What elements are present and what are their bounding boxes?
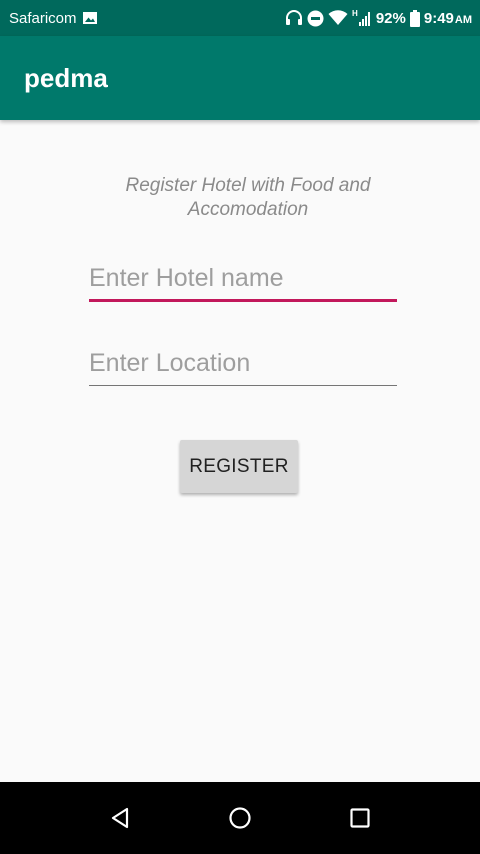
home-button[interactable] <box>226 804 254 832</box>
location-field[interactable] <box>89 342 397 386</box>
register-button[interactable]: REGISTER <box>180 440 298 493</box>
clock: 9:49AM <box>424 10 472 27</box>
back-icon <box>108 806 132 830</box>
headphones-icon <box>285 10 303 26</box>
back-button[interactable] <box>106 804 134 832</box>
carrier-name: Safaricom <box>9 9 77 27</box>
location-input[interactable] <box>89 342 397 385</box>
navigation-bar <box>0 782 480 854</box>
hotel-name-field[interactable] <box>89 258 397 302</box>
status-bar: Safaricom H 92% 9:49AM <box>0 0 480 36</box>
signal-icon: H <box>352 9 372 27</box>
app-title: pedma <box>24 62 108 93</box>
status-right: H 92% 9:49AM <box>285 9 472 27</box>
battery-percent: 92% <box>375 9 406 27</box>
image-icon <box>82 10 98 26</box>
home-icon <box>228 806 252 830</box>
hotel-name-input[interactable] <box>89 258 397 299</box>
network-type: H <box>352 9 358 18</box>
clock-ampm: AM <box>454 13 472 26</box>
recents-icon <box>348 806 372 830</box>
do-not-disturb-icon <box>307 10 324 27</box>
app-bar: pedma <box>0 36 480 120</box>
wifi-icon <box>328 10 348 26</box>
form-subtitle: Register Hotel with Food and Accomodatio… <box>125 175 371 220</box>
status-left: Safaricom <box>9 10 98 27</box>
main-content: Register Hotel with Food and Accomodatio… <box>0 120 480 782</box>
battery-icon <box>409 9 420 27</box>
recents-button[interactable] <box>346 804 374 832</box>
clock-time: 9:49 <box>423 9 454 27</box>
